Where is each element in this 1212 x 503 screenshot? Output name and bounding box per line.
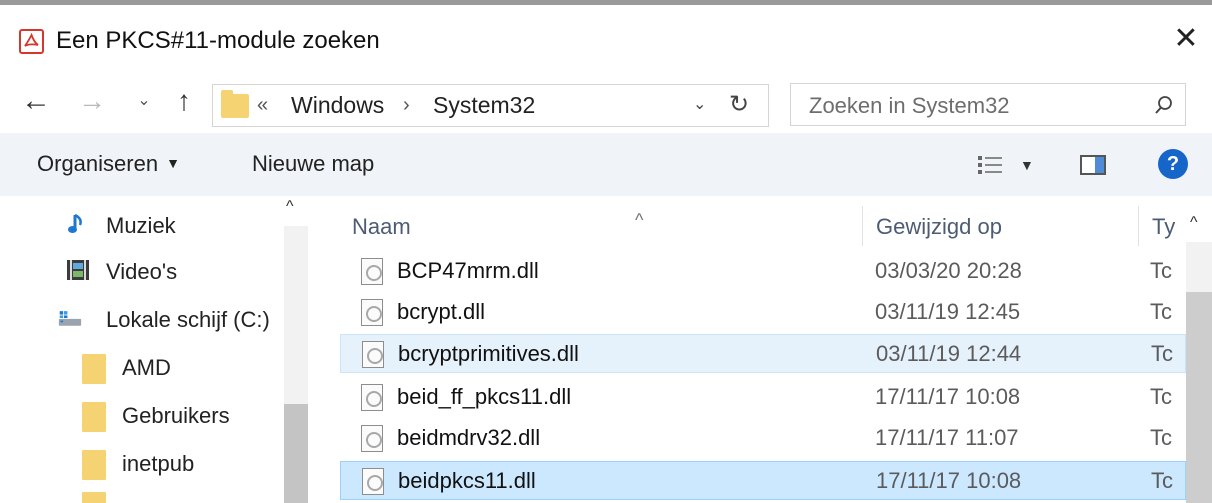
search-icon[interactable] [1153, 94, 1175, 116]
help-icon[interactable]: ? [1158, 149, 1188, 179]
preview-pane-icon[interactable] [1080, 155, 1106, 175]
nav-scroll-up-button[interactable]: ^ [286, 198, 294, 216]
nav-item-label: AMD [122, 355, 171, 380]
file-modified: 17/11/17 10:08 [875, 384, 1021, 409]
folder-icon [82, 450, 106, 480]
file-modified: 03/11/19 12:45 [875, 299, 1021, 324]
column-header-label: Naam [352, 214, 411, 239]
forward-button[interactable]: → [72, 83, 112, 119]
file-list-scroll-up-button[interactable]: ^ [1190, 214, 1198, 232]
file-type: Tc [1150, 299, 1172, 324]
back-button[interactable]: ← [16, 83, 56, 119]
view-options-icon[interactable] [978, 155, 1002, 175]
folder-icon [82, 354, 106, 384]
file-name: bcryptprimitives.dll [398, 341, 579, 366]
address-row: ← → ⌄ ↑ « Windows › System32 ⌄ ↻ Zoeken … [0, 71, 1212, 133]
file-type: Tc [1150, 384, 1172, 409]
column-header-type[interactable]: Ty [1152, 214, 1175, 240]
folder-icon [82, 492, 106, 503]
address-dropdown-button[interactable]: ⌄ [693, 94, 706, 114]
nav-item-label: Lokale schijf (C:) [106, 307, 270, 332]
column-header-name[interactable]: Naam ^ [352, 210, 852, 240]
dll-file-icon [361, 299, 383, 326]
file-row[interactable]: bcrypt.dll 03/11/19 12:45 Tc [340, 293, 1186, 332]
breadcrumb-system32[interactable]: System32 [433, 92, 535, 119]
organize-button[interactable]: Organiseren ▼ [37, 151, 180, 177]
nav-item-gebruikers[interactable]: Gebruikers [0, 392, 285, 438]
file-name: beid_ff_pkcs11.dll [397, 384, 572, 409]
folder-icon [82, 402, 106, 432]
dll-file-icon [361, 425, 383, 452]
file-row[interactable]: BCP47mrm.dll 03/03/20 20:28 Tc [340, 252, 1186, 291]
chevron-down-icon: ▼ [166, 155, 180, 171]
file-name: beidmdrv32.dll [397, 425, 541, 450]
music-icon [68, 213, 82, 233]
nav-item-local-disk[interactable]: Lokale schijf (C:) [0, 296, 285, 342]
dll-file-icon [362, 341, 384, 368]
organize-label: Organiseren [37, 151, 159, 176]
file-name: bcrypt.dll [397, 299, 486, 324]
nav-item-label: inetpub [122, 451, 195, 476]
nav-item-label: Video's [106, 259, 178, 284]
title-bar: Een PKCS#11-module zoeken ✕ [0, 5, 1212, 71]
window-title: Een PKCS#11-module zoeken [56, 27, 380, 54]
file-row[interactable]: beid_ff_pkcs11.dll 17/11/17 10:08 Tc [340, 378, 1186, 417]
file-row[interactable]: beidmdrv32.dll 17/11/17 11:07 Tc [340, 419, 1186, 458]
nav-item-label: Gebruikers [122, 403, 230, 428]
file-type: Tc [1150, 425, 1172, 450]
drive-icon [58, 311, 82, 326]
column-header-modified[interactable]: Gewijzigd op [876, 214, 1002, 240]
column-divider[interactable] [862, 206, 863, 246]
new-folder-button[interactable]: Nieuwe map [252, 151, 374, 177]
sort-ascending-icon: ^ [635, 210, 644, 230]
file-modified: 17/11/17 11:07 [875, 425, 1019, 450]
recent-locations-button[interactable]: ⌄ [132, 83, 156, 119]
nav-item-label: Muziek [106, 213, 176, 238]
file-type: Tc [1151, 468, 1173, 493]
nav-item-inetpub[interactable]: inetpub [0, 440, 285, 486]
pdf-reader-icon [19, 29, 44, 54]
search-input[interactable]: Zoeken in System32 [790, 83, 1186, 126]
breadcrumb-separator-icon[interactable]: › [403, 94, 410, 117]
file-modified: 03/11/19 12:44 [876, 341, 1022, 366]
nav-item-videos[interactable]: Video's [0, 248, 285, 294]
up-button[interactable]: ↑ [166, 83, 202, 119]
file-list: Naam ^ Gewijzigd op Ty BCP47mrm.dll 03/0… [310, 196, 1212, 503]
navigation-pane: Muziek Video's Lokale schijf (C:) AMD Ge… [0, 196, 310, 503]
file-type: Tc [1150, 258, 1172, 283]
command-bar: Organiseren ▼ Nieuwe map ▼ ? [0, 133, 1212, 196]
refresh-button[interactable]: ↻ [729, 90, 749, 119]
folder-icon [221, 90, 249, 118]
nav-scrollbar-thumb[interactable] [284, 404, 308, 503]
breadcrumb-windows[interactable]: Windows [291, 92, 384, 119]
file-modified: 17/11/17 10:08 [876, 468, 1022, 493]
dll-file-icon [361, 258, 383, 285]
address-bar[interactable]: « Windows › System32 ⌄ ↻ [212, 84, 769, 127]
nav-item-music[interactable]: Muziek [0, 202, 285, 248]
dll-file-icon [362, 468, 384, 495]
close-button[interactable]: ✕ [1168, 21, 1204, 57]
file-row-selected[interactable]: beidpkcs11.dll 17/11/17 10:08 Tc [340, 461, 1186, 500]
file-modified: 03/03/20 20:28 [875, 258, 1022, 283]
video-icon [67, 260, 89, 280]
file-row-hover[interactable]: bcryptprimitives.dll 03/11/19 12:44 Tc [340, 334, 1186, 373]
search-placeholder: Zoeken in System32 [809, 93, 1010, 118]
file-name: BCP47mrm.dll [397, 258, 539, 283]
file-name: beidpkcs11.dll [398, 468, 536, 493]
column-divider[interactable] [1138, 206, 1139, 246]
view-dropdown-button[interactable]: ▼ [1020, 157, 1034, 173]
nav-item-amd[interactable]: AMD [0, 344, 285, 390]
file-list-scrollbar-thumb[interactable] [1186, 292, 1212, 503]
file-type: Tc [1151, 341, 1173, 366]
breadcrumb-overflow[interactable]: « [257, 94, 268, 117]
dll-file-icon [361, 384, 383, 411]
